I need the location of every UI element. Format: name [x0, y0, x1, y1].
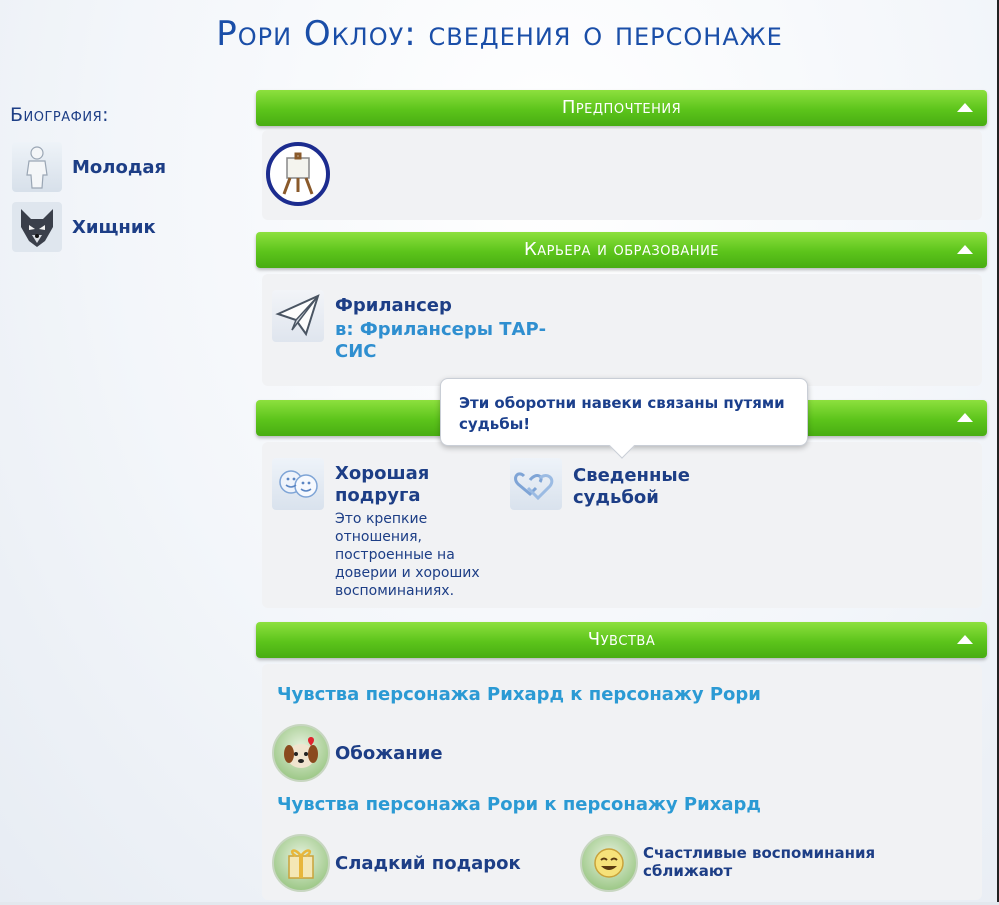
feeling-label: Сладкий подарок [335, 853, 521, 874]
bio-item-label: Молодая [72, 156, 167, 178]
young-adult-icon [12, 142, 62, 192]
bio-item-young[interactable]: Молодая [12, 142, 166, 192]
bio-item-predator[interactable]: Хищник [12, 202, 156, 252]
linked-hearts-icon[interactable] [510, 458, 562, 510]
page-title: Рори Оклоу: сведения о персонаже [216, 14, 783, 54]
section-title: Предпочтения [561, 97, 682, 118]
relationship-tooltip: Эти оборотни навеки связаны путями судьб… [440, 378, 808, 459]
tooltip-text: Эти оборотни навеки связаны путями судьб… [459, 394, 785, 433]
feeling-label: Счастливые воспоминания сближают [643, 844, 876, 880]
feeling-label: Обожание [335, 743, 443, 764]
section-header-preferences[interactable]: Предпочтения [256, 90, 987, 126]
section-title: Карьера и образование [523, 239, 720, 260]
collapse-caret-icon[interactable] [957, 245, 973, 254]
collapse-caret-icon[interactable] [957, 103, 973, 112]
section-header-career[interactable]: Карьера и образование [256, 232, 987, 268]
feelings-group-heading: Чувства персонажа Рори к персонажу Рихар… [277, 794, 761, 815]
collapse-caret-icon[interactable] [957, 635, 973, 644]
friendship-faces-icon[interactable] [272, 458, 324, 510]
bio-heading: Биография: [10, 104, 110, 126]
relationship-title: Хорошая подруга [335, 463, 430, 506]
easel-icon[interactable] [266, 142, 330, 206]
relationship-description: Это крепкие отношения, построенные на до… [335, 511, 480, 599]
career-job-title: Фрилансер [335, 295, 452, 316]
puppy-love-icon[interactable] [272, 724, 330, 782]
paper-plane-icon [272, 290, 324, 342]
section-header-feelings[interactable]: Чувства [256, 622, 987, 658]
wolf-icon [12, 202, 62, 252]
feelings-group-heading: Чувства персонажа Рихард к персонажу Рор… [277, 684, 761, 705]
gift-icon[interactable] [272, 834, 330, 892]
section-title: Чувства [587, 629, 656, 650]
bio-item-label: Хищник [72, 216, 156, 238]
collapse-caret-icon[interactable] [957, 413, 973, 422]
preferences-panel [262, 130, 982, 220]
happy-face-icon[interactable] [580, 834, 638, 892]
relationship-title: Сведенные судьбой [573, 465, 690, 508]
career-organization[interactable]: в: Фрилансеры ТАР-СИС [335, 319, 555, 363]
